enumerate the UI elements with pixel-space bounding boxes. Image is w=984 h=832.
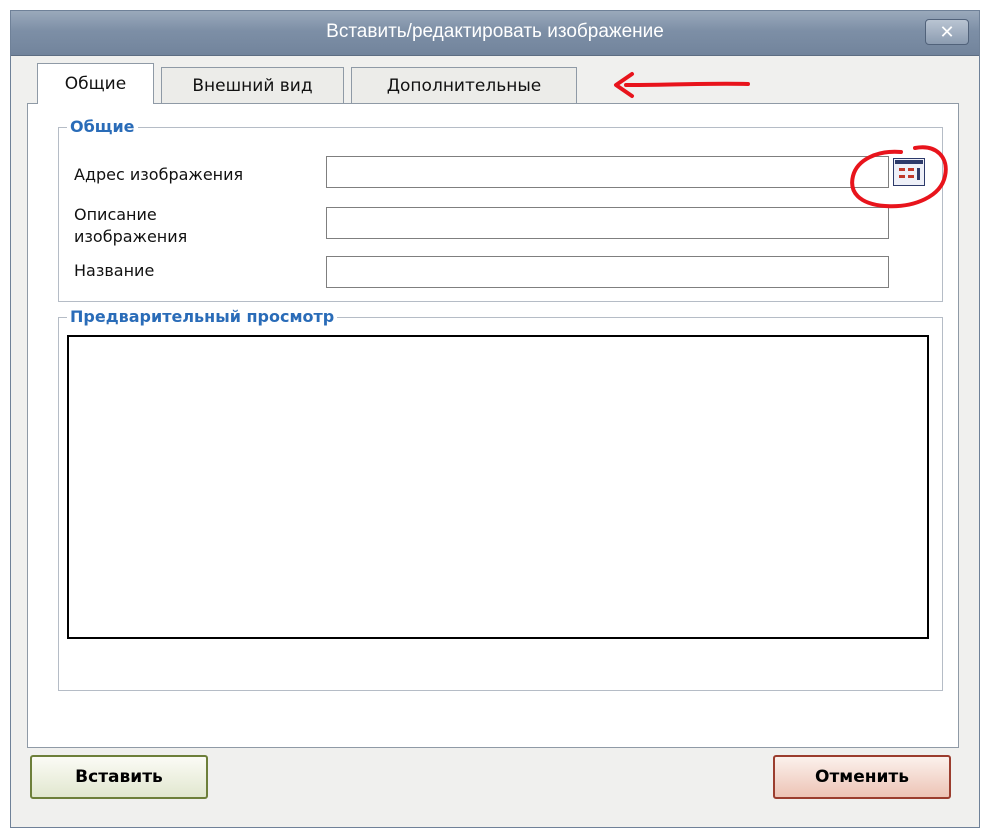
image-url-label: Адрес изображения xyxy=(74,165,244,184)
close-icon: ✕ xyxy=(939,21,955,43)
cancel-button[interactable]: Отменить xyxy=(773,755,951,799)
insert-button-label: Вставить xyxy=(75,767,163,787)
tab-general[interactable]: Общие xyxy=(37,63,154,104)
tab-appearance[interactable]: Внешний вид xyxy=(161,67,344,103)
title-input[interactable] xyxy=(326,256,889,288)
description-label-line2: изображения xyxy=(74,227,188,246)
description-label-line1: Описание xyxy=(74,205,157,224)
insert-button[interactable]: Вставить xyxy=(30,755,208,799)
browse-icon-graphic xyxy=(895,160,923,180)
image-url-input[interactable] xyxy=(326,156,889,188)
tab-label: Общие xyxy=(64,74,127,94)
tab-label: Дополнительные xyxy=(386,75,542,96)
close-button[interactable]: ✕ xyxy=(925,19,969,45)
description-input[interactable] xyxy=(326,207,889,239)
title-label: Название xyxy=(74,261,155,280)
preview-legend: Предварительный просмотр xyxy=(67,307,338,326)
title-bar[interactable]: Вставить/редактировать изображение ✕ xyxy=(11,11,979,56)
image-preview xyxy=(67,335,929,639)
cancel-button-label: Отменить xyxy=(815,767,909,787)
general-legend: Общие xyxy=(67,117,138,136)
tab-advanced[interactable]: Дополнительные xyxy=(351,67,577,103)
browse-icon[interactable] xyxy=(893,158,925,186)
dialog-title: Вставить/редактировать изображение xyxy=(326,21,664,42)
tab-label: Внешний вид xyxy=(192,75,313,96)
